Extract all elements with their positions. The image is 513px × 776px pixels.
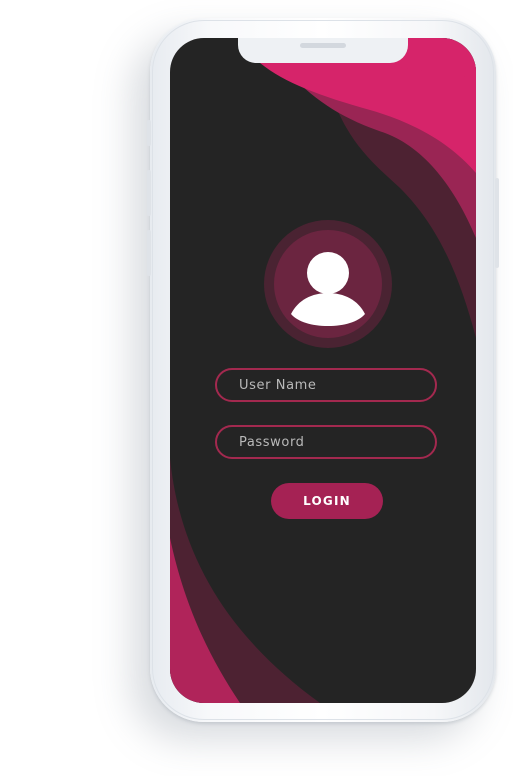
user-profile-icon (291, 252, 365, 326)
volume-down-button (147, 230, 151, 276)
username-input[interactable]: User Name (215, 368, 437, 402)
avatar-ring (264, 220, 392, 348)
volume-up-button (147, 170, 151, 216)
avatar (274, 230, 382, 338)
power-button (495, 178, 499, 268)
notch (238, 38, 408, 63)
speaker-grille (300, 43, 346, 48)
username-placeholder: User Name (239, 377, 317, 393)
login-button[interactable]: LOGIN (271, 483, 383, 519)
password-placeholder: Password (239, 434, 305, 450)
phone-screen: User Name Password LOGIN (170, 38, 476, 703)
mute-switch (147, 120, 151, 146)
login-button-label: LOGIN (303, 494, 351, 508)
password-input[interactable]: Password (215, 425, 437, 459)
